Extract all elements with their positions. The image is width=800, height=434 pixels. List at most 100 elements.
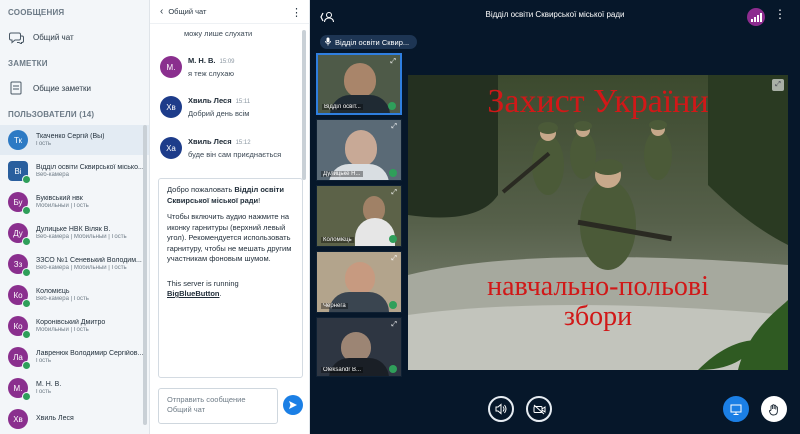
audio-status-icon bbox=[22, 237, 31, 246]
webcam-tile[interactable]: ⤢ Oleksandr B... bbox=[316, 317, 402, 377]
avatar: Зз bbox=[8, 254, 31, 277]
avatar-initials: Тк bbox=[13, 135, 23, 145]
message-author: М. Н. В. bbox=[188, 56, 216, 65]
user-role: Веб-камера | Мобильный | Гость bbox=[36, 233, 127, 240]
raise-hand-button[interactable] bbox=[761, 396, 787, 422]
user-list-item[interactable]: Ла Лавренюк Володимир Сергійов... Гость bbox=[0, 342, 149, 372]
message-time: 15:11 bbox=[235, 99, 251, 105]
fullscreen-icon[interactable]: ⤢ bbox=[391, 123, 397, 131]
avatar: М. bbox=[8, 378, 31, 401]
user-list-panel: СООБЩЕНИЯ Общий чат ЗАМЕТКИ Общие заметк… bbox=[0, 0, 150, 434]
chat-message: Ха Хвиль Леся 15:12 буде він сам приєднає… bbox=[160, 137, 300, 159]
message-text: Добрий день всім bbox=[188, 109, 250, 119]
avatar-initials: Ду bbox=[13, 228, 23, 238]
slide-fullscreen-icon[interactable]: ⤢ bbox=[772, 79, 784, 91]
bigbluebutton-link[interactable]: BigBlueButton bbox=[167, 289, 220, 298]
webcam-name: Коломієць bbox=[321, 237, 354, 243]
fullscreen-icon[interactable]: ⤢ bbox=[391, 189, 397, 197]
user-role: Гость bbox=[36, 357, 52, 364]
connection-status-button[interactable] bbox=[747, 8, 765, 26]
audio-status-icon bbox=[22, 361, 31, 370]
video-toggle-button[interactable] bbox=[526, 396, 552, 422]
message-text: я теж слухаю bbox=[188, 69, 235, 79]
public-chat-item[interactable]: Общий чат bbox=[8, 29, 74, 45]
user-list-item[interactable]: М. М. Н. В. Гость bbox=[0, 373, 149, 403]
chat-message: М. М. Н. В. 15:09 я теж слухаю bbox=[160, 56, 300, 78]
avatar: Ду bbox=[8, 223, 31, 246]
user-role: Веб-камера | Мобильный | Гость bbox=[36, 264, 127, 271]
fullscreen-icon[interactable]: ⤢ bbox=[391, 255, 397, 263]
user-list-item[interactable]: Тк Ткаченко Сергій (Вы) Гость bbox=[0, 125, 149, 155]
message-text: буде він сам приєднається bbox=[188, 150, 282, 160]
user-list-item[interactable]: Зз ЗЗСО №1 Сеневький Володим... Веб-камера… bbox=[0, 249, 149, 279]
user-list-item[interactable]: Ко Коломієць Веб-камера | Гость bbox=[0, 280, 149, 310]
webcam-tile[interactable]: ⤢ Чернега bbox=[316, 251, 402, 313]
user-name: М. Н. В. bbox=[36, 380, 62, 388]
chat-message-input[interactable]: Отправить сообщение Общий чат bbox=[158, 388, 278, 424]
mic-status-icon bbox=[389, 169, 397, 177]
send-icon bbox=[289, 401, 297, 409]
main-area: Відділ освіти Сквирської міської ради ⋮ … bbox=[310, 0, 800, 434]
message-author: Хвиль Леся bbox=[188, 137, 232, 146]
user-name: Лавренюк Володимир Сергійов... bbox=[36, 349, 144, 357]
user-role: Мобильный | Гость bbox=[36, 326, 89, 333]
slide-subtitle-line1: навчально-польові bbox=[487, 271, 709, 302]
avatar: Ла bbox=[8, 347, 31, 370]
presenter-talking-indicator: Відділ освіти Сквир... bbox=[320, 35, 418, 49]
chat-message: Хв Хвиль Леся 15:11 Добрий день всім bbox=[160, 96, 300, 118]
user-list-item[interactable]: Бу Буківський нвк Мобильный | Гость bbox=[0, 187, 149, 217]
avatar-initials: М. bbox=[13, 383, 23, 393]
audio-status-icon bbox=[22, 330, 31, 339]
user-name: Коронівський Дмитро bbox=[36, 318, 106, 326]
presentation-toggle-button[interactable] bbox=[723, 396, 749, 422]
chevron-left-icon[interactable]: ‹ bbox=[160, 6, 163, 17]
user-list-item[interactable]: Хв Хвиль Леся bbox=[0, 404, 149, 434]
audio-status-icon bbox=[22, 299, 31, 308]
avatar-initials: Ві bbox=[14, 166, 22, 176]
chat-icon bbox=[8, 29, 24, 45]
webcam-tile[interactable]: ⤢ Відділ освіт... bbox=[316, 53, 402, 115]
mic-status-icon bbox=[389, 235, 397, 243]
fullscreen-icon[interactable]: ⤢ bbox=[391, 321, 397, 329]
webcam-tile[interactable]: ⤢ Дулицьке Н... bbox=[316, 119, 402, 181]
chat-options-icon[interactable]: ⋮ bbox=[291, 6, 302, 19]
welcome-message: Добро пожаловать Відділ освіти Сквирсько… bbox=[158, 178, 303, 378]
webcam-name: Відділ освіт... bbox=[322, 104, 363, 110]
user-name: Дулицьке НВК Віляк В. bbox=[36, 225, 111, 233]
audio-status-icon bbox=[22, 268, 31, 277]
user-list-item[interactable]: Ду Дулицьке НВК Віляк В. Веб-камера | Моби… bbox=[0, 218, 149, 248]
server-text-end: . bbox=[219, 289, 222, 298]
chat-panel: ‹ Общий чат ⋮ можу лише слухати М. М. Н.… bbox=[150, 0, 310, 434]
avatar-initials: Бу bbox=[13, 197, 23, 207]
audio-toggle-button[interactable] bbox=[488, 396, 514, 422]
options-menu-icon[interactable]: ⋮ bbox=[774, 7, 786, 21]
webcam-name: Oleksandr B... bbox=[321, 367, 364, 373]
user-name: Хвиль Леся bbox=[36, 414, 74, 422]
shared-notes-item[interactable]: Общие заметки bbox=[8, 80, 91, 96]
avatar-initials: Зз bbox=[13, 259, 23, 269]
user-list-scrollbar[interactable] bbox=[143, 125, 147, 425]
user-name: Буківський нвк bbox=[36, 194, 83, 202]
user-list-item[interactable]: Ко Коронівський Дмитро Мобильный | Гость bbox=[0, 311, 149, 341]
presenter-name: Відділ освіти Сквир... bbox=[335, 37, 410, 47]
user-role: Веб-камера bbox=[36, 171, 69, 178]
welcome-body: Чтобы включить аудио нажмите на иконку г… bbox=[167, 212, 292, 263]
avatar: Тк bbox=[8, 130, 28, 150]
webcam-name: Дулицьке Н... bbox=[321, 171, 363, 177]
user-role: Гость bbox=[36, 140, 52, 147]
fullscreen-icon[interactable]: ⤢ bbox=[390, 58, 396, 66]
messages-title: СООБЩЕНИЯ bbox=[8, 8, 65, 17]
notes-title: ЗАМЕТКИ bbox=[8, 59, 48, 68]
chat-header: ‹ Общий чат ⋮ bbox=[150, 0, 309, 24]
chat-scrollbar[interactable] bbox=[302, 30, 306, 180]
webcam-tile[interactable]: ⤢ Коломієць bbox=[316, 185, 402, 247]
mic-status-icon bbox=[389, 365, 397, 373]
send-button[interactable] bbox=[283, 395, 303, 415]
users-title: ПОЛЬЗОВАТЕЛИ (14) bbox=[8, 110, 95, 119]
speaker-icon bbox=[495, 403, 507, 415]
user-name: Відділ освіти Сквирської місько... bbox=[36, 163, 144, 171]
presentation-icon bbox=[730, 404, 742, 415]
avatar-initials: Хв bbox=[13, 414, 23, 424]
chat-title: Общий чат bbox=[168, 7, 207, 16]
user-list-item[interactable]: Ві Відділ освіти Сквирської місько... Веб-… bbox=[0, 156, 149, 186]
